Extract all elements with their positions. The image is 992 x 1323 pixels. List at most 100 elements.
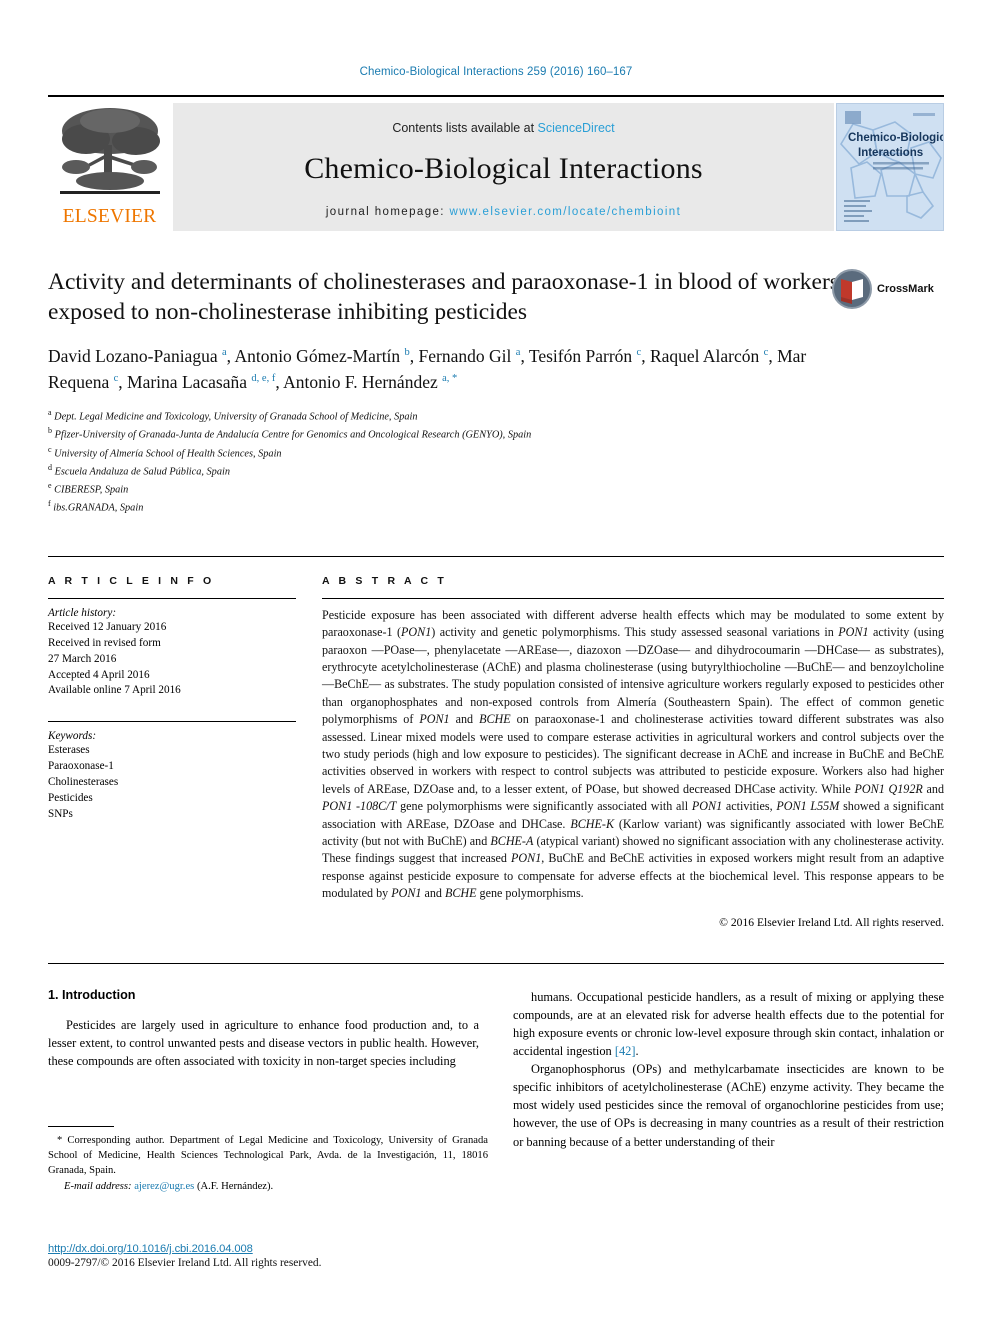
crossmark-label: CrossMark — [877, 283, 934, 295]
affiliation-list: a Dept. Legal Medicine and Toxicology, U… — [48, 407, 944, 515]
article-history-line: Received 12 January 2016 — [48, 620, 167, 633]
gene-name: BCHE-A — [490, 834, 534, 849]
crossmark-icon — [832, 269, 872, 309]
gene-name: PON1 — [511, 851, 542, 866]
intro-right-1-tail: . — [635, 1044, 639, 1059]
affiliation-text: CIBERESP, Spain — [51, 484, 129, 496]
svg-text:Interactions: Interactions — [858, 147, 923, 159]
journal-title: Chemico-Biological Interactions — [304, 151, 703, 185]
gene-name: BCHE — [479, 712, 511, 727]
sciencedirect-link[interactable]: ScienceDirect — [538, 121, 615, 135]
article-history-lines: Received 12 January 2016 Received in revi… — [48, 620, 296, 700]
title-area: CrossMark Activity and determinants of c… — [48, 267, 944, 516]
body-column-right: humans. Occupational pesticide handlers,… — [513, 988, 944, 1151]
journal-homepage-line: journal homepage: www.elsevier.com/locat… — [326, 206, 681, 218]
svg-text:Chemico-Biological: Chemico-Biological — [848, 132, 943, 144]
footnote-email-line: E-mail address: ajerez@ugr.es (A.F. Hern… — [48, 1179, 488, 1194]
intro-paragraph-right-1: humans. Occupational pesticide handlers,… — [513, 988, 944, 1060]
author-name: Raquel Alarcón — [649, 345, 764, 366]
gene-name: PON1 — [838, 625, 869, 640]
journal-homepage-link[interactable]: www.elsevier.com/locate/chembioint — [449, 206, 681, 218]
affiliation-text: Escuela Andaluza de Salud Pública, Spain — [52, 466, 230, 478]
section-heading-introduction: 1. Introduction — [48, 987, 136, 1002]
keyword-item: Paraoxonase-1 — [48, 760, 114, 773]
affiliation-text: ibs.GRANADA, Spain — [50, 502, 144, 514]
author-name: David Lozano-Paniagua — [48, 345, 222, 366]
email-label: E-mail address: — [64, 1181, 132, 1193]
author-separator: , — [641, 345, 650, 366]
contents-prefix: Contents lists available at — [392, 120, 538, 135]
article-page: Chemico-Biological Interactions 259 (201… — [0, 0, 992, 1323]
intro-paragraph-right-2: Organophosphorus (OPs) and methylcarbama… — [513, 1062, 944, 1149]
article-info-heading: A R T I C L E I N F O — [48, 574, 215, 587]
article-history-line: Received in revised form — [48, 636, 161, 649]
intro-paragraph-left: Pesticides are largely used in agricultu… — [48, 1017, 479, 1068]
contents-available-line: Contents lists available at ScienceDirec… — [392, 121, 614, 135]
gene-name: PON1 Q192R — [854, 781, 923, 796]
body-divider — [48, 962, 944, 964]
intro-right-1-text: humans. Occupational pesticide handlers,… — [513, 989, 944, 1059]
author-separator: , — [275, 371, 284, 392]
crossmark-badge[interactable]: CrossMark — [832, 269, 944, 309]
affiliation-text: Pfizer-University of Granada-Junta de An… — [52, 429, 532, 441]
gene-name: PON1 -108C/T — [322, 799, 397, 814]
info-abstract-region: A R T I C L E I N F O Article history: R… — [48, 555, 944, 929]
gene-name: BCHE — [444, 886, 477, 901]
gene-name: PON1 — [691, 799, 723, 814]
author-affiliation-marker: a, * — [442, 372, 458, 384]
gene-name: BCHE-K — [570, 816, 615, 831]
author-name: Antonio F. Hernández — [283, 371, 443, 392]
article-history-line: Accepted 4 April 2016 — [48, 668, 150, 681]
affiliation-item: f ibs.GRANADA, Spain — [48, 498, 944, 516]
email-link[interactable]: ajerez@ugr.es — [134, 1181, 194, 1192]
footnote-body: Corresponding author. Department of Lega… — [48, 1135, 488, 1177]
affiliation-text: Dept. Legal Medicine and Toxicology, Uni… — [51, 411, 418, 423]
author-affiliation-marker: d, e, f — [251, 372, 276, 384]
keywords-lines: Esterases Paraoxonase-1 Cholinesterases Pes… — [48, 743, 296, 823]
keyword-item: SNPs — [48, 807, 73, 820]
email-person: (A.F. Hernández). — [196, 1181, 274, 1193]
divider — [48, 597, 296, 599]
keyword-item: Esterases — [48, 744, 90, 757]
reference-link-42[interactable]: [42] — [615, 1044, 636, 1058]
abstract-paragraph: Pesticide exposure has been associated w… — [322, 607, 945, 901]
keywords-label: Keywords: — [48, 730, 97, 743]
keywords-block: Keywords: Esterases Paraoxonase-1 Cholines… — [48, 721, 296, 823]
elsevier-logo: ELSEVIER — [48, 103, 171, 231]
journal-band: Contents lists available at ScienceDirec… — [173, 103, 834, 231]
affiliation-item: b Pfizer-University of Granada-Junta de … — [48, 425, 944, 443]
doi-block: http://dx.doi.org/10.1016/j.cbi.2016.04.… — [48, 1243, 548, 1269]
doi-link[interactable]: http://dx.doi.org/10.1016/j.cbi.2016.04.… — [48, 1243, 548, 1255]
gene-name: PON1 — [401, 625, 432, 640]
author-separator: , — [520, 345, 529, 366]
elsevier-tree-icon — [59, 108, 160, 194]
journal-masthead: ELSEVIER Contents lists available at Sci… — [48, 95, 944, 231]
divider — [322, 597, 944, 599]
affiliation-item: d Escuela Andaluza de Salud Pública, Spa… — [48, 462, 944, 480]
elsevier-wordmark: ELSEVIER — [62, 206, 157, 227]
author-separator: , — [118, 371, 128, 392]
affiliation-item: e CIBERESP, Spain — [48, 480, 944, 498]
author-name: Tesifón Parrón — [528, 345, 637, 366]
affiliation-text: University of Almería School of Health S… — [51, 447, 282, 459]
gene-name: PON1 L55M — [776, 799, 840, 814]
article-info-column: A R T I C L E I N F O Article history: R… — [48, 575, 296, 929]
abstract-copyright: © 2016 Elsevier Ireland Ltd. All rights … — [719, 915, 944, 929]
running-head: Chemico-Biological Interactions 259 (201… — [359, 66, 633, 78]
author-separator: , — [409, 345, 419, 366]
abstract-text: Pesticide exposure has been associated w… — [322, 607, 944, 903]
author-name: Marina Lacasaña — [127, 371, 252, 392]
author-separator: , — [768, 345, 778, 366]
author-list: David Lozano-Paniagua a, Antonio Gómez-M… — [48, 344, 838, 396]
abstract-heading: A B S T R A C T — [322, 574, 447, 587]
affiliation-item: c University of Almería School of Health… — [48, 444, 944, 462]
article-history-label: Article history: — [48, 606, 117, 619]
article-history-line: Available online 7 April 2016 — [48, 684, 181, 697]
author-name: Fernando Gil — [418, 345, 516, 366]
affiliation-item: a Dept. Legal Medicine and Toxicology, U… — [48, 407, 944, 425]
divider — [48, 721, 296, 723]
author-name: Antonio Gómez-Martín — [234, 345, 405, 366]
homepage-prefix: journal homepage: — [325, 205, 450, 218]
gene-name: PON1 — [419, 712, 450, 727]
keyword-item: Pesticides — [48, 792, 93, 805]
